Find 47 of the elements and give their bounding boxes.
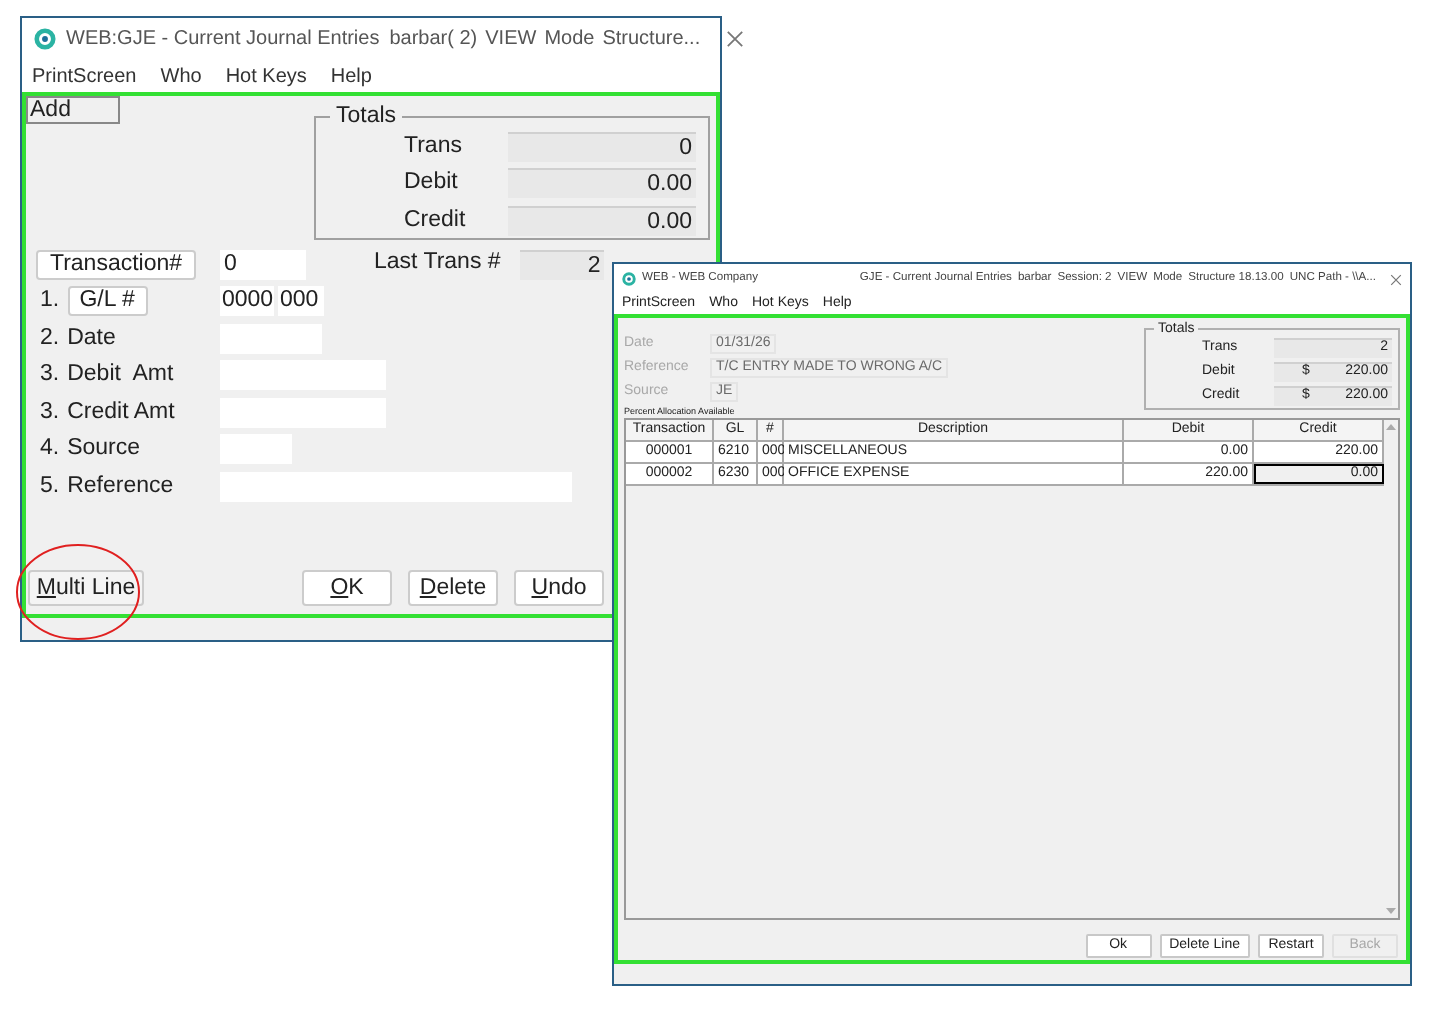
transaction-button[interactable]: Transaction#: [36, 249, 196, 279]
menu-item[interactable]: Help: [330, 61, 372, 91]
totals-label: Trans: [404, 131, 464, 162]
transaction-field[interactable]: 0: [220, 249, 306, 279]
field-number: 1.: [40, 286, 60, 317]
menu-item[interactable]: Hot Keys: [225, 61, 307, 91]
field-label: Debit Amt: [67, 360, 174, 391]
field-number: 4.: [40, 434, 60, 465]
gl-button[interactable]: G/L #: [67, 286, 148, 317]
close-icon[interactable]: [1390, 273, 1402, 285]
action-button[interactable]: Delete: [408, 569, 498, 606]
last-trans-label: Last Trans #: [374, 248, 501, 279]
field-label: Source: [67, 434, 141, 465]
totals-value: 0.00: [508, 205, 696, 236]
mode-label: Add: [26, 96, 120, 124]
multi-line-button[interactable]: Multi Line: [28, 569, 144, 606]
field-label: Credit Amt: [67, 397, 175, 428]
status-text: Mode: [544, 26, 595, 54]
account-field[interactable]: 0000: [220, 286, 274, 317]
field-number: 2.: [40, 323, 60, 354]
menu-item[interactable]: Who: [160, 61, 202, 91]
status-text: VIEW: [485, 26, 537, 54]
action-button[interactable]: OK: [302, 569, 392, 606]
action-button[interactable]: Undo: [514, 569, 604, 606]
window-title: WEB:GJE - Current Journal Entries: [66, 26, 380, 54]
field-number: 3.: [40, 397, 60, 428]
totals-value: 0.00: [508, 168, 696, 199]
scroll-up-icon[interactable]: [1386, 424, 1396, 430]
app-icon: [34, 28, 56, 50]
close-icon[interactable]: [726, 30, 745, 48]
totals-label: Credit: [404, 205, 468, 236]
totals-label: Debit: [404, 168, 460, 199]
status-text: barbar( 2): [389, 26, 478, 54]
app-icon: [622, 272, 636, 286]
last-trans-value: 2: [520, 249, 605, 279]
account-field[interactable]: 000: [278, 286, 324, 317]
group-title: Totals: [334, 104, 399, 128]
status-text: Structure...: [602, 26, 701, 54]
field-label: Reference: [67, 471, 174, 502]
menu-item[interactable]: PrintScreen: [32, 61, 137, 91]
field-label: Date: [67, 323, 116, 354]
totals-value: 0: [508, 131, 696, 162]
scrollbar[interactable]: [1384, 420, 1398, 918]
highlight-circle: [14, 541, 142, 642]
field-number: 3.: [40, 360, 60, 391]
field-number: 5.: [40, 471, 60, 502]
scroll-down-icon[interactable]: [1386, 908, 1396, 914]
